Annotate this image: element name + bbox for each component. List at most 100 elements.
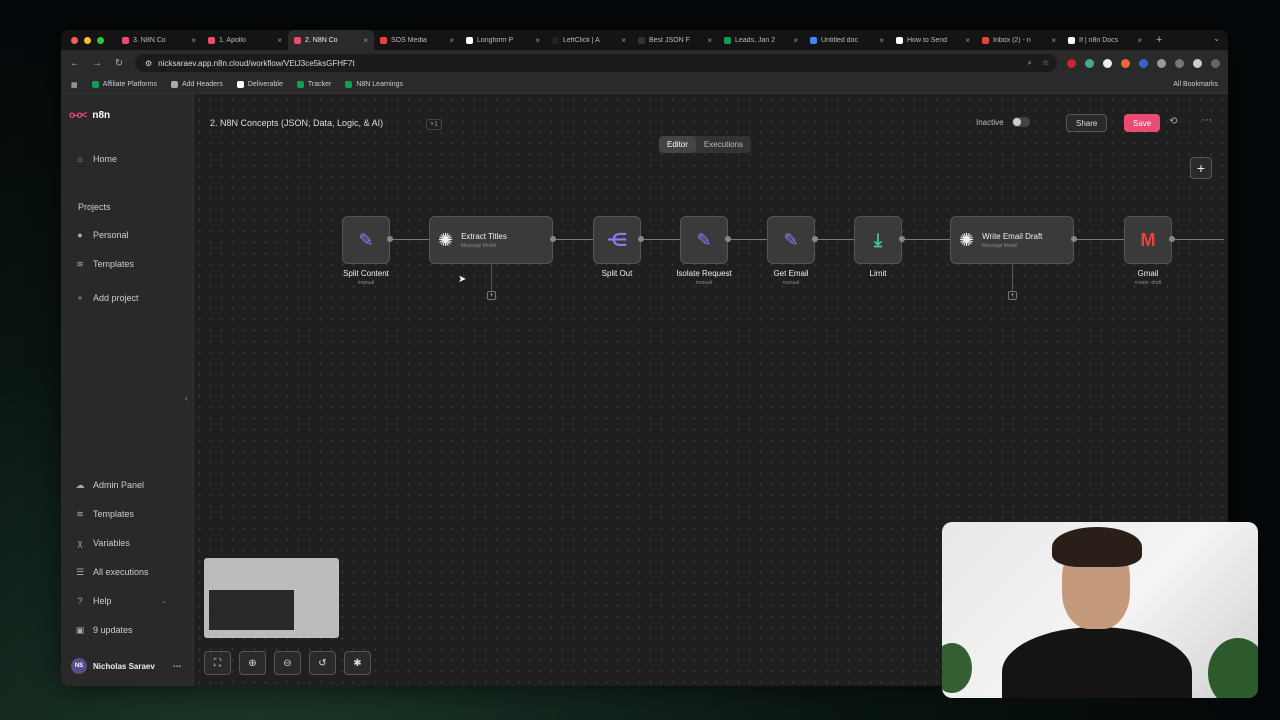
extension-icon[interactable] bbox=[1103, 58, 1112, 68]
close-icon[interactable]: × bbox=[707, 36, 712, 45]
maximize-window-button[interactable] bbox=[97, 36, 104, 44]
bookmark-item[interactable]: Deliverable bbox=[236, 81, 283, 88]
minimap-viewport[interactable] bbox=[209, 590, 294, 630]
output-handle[interactable] bbox=[812, 236, 818, 242]
close-icon[interactable]: × bbox=[621, 36, 626, 45]
workflow-node[interactable]: ✎ bbox=[680, 216, 728, 264]
sidepanel-icon[interactable] bbox=[1175, 58, 1184, 68]
workflow-node[interactable]: ⤓ bbox=[854, 216, 902, 264]
back-icon[interactable]: ← bbox=[69, 58, 81, 69]
close-icon[interactable]: × bbox=[1051, 36, 1056, 45]
sidebar-item-templates-bottom[interactable]: ≋ Templates bbox=[61, 504, 148, 524]
sidebar-item-updates[interactable]: ▣ 9 updates bbox=[61, 620, 147, 640]
browser-tab[interactable]: How to Send × bbox=[890, 30, 976, 50]
debug-icon[interactable]: ✱ bbox=[344, 651, 371, 675]
close-icon[interactable]: × bbox=[879, 36, 884, 45]
profile-avatar[interactable] bbox=[1193, 58, 1202, 68]
zoom-out-icon[interactable]: ⊖ bbox=[274, 651, 301, 675]
workflow-node[interactable]: ✺ Extract Titles Message Model bbox=[429, 216, 553, 264]
history-icon[interactable]: ⟲ bbox=[1169, 116, 1177, 127]
browser-tab[interactable]: SOS Media × bbox=[374, 30, 460, 50]
fit-view-icon[interactable]: ⛶ bbox=[204, 651, 231, 675]
brand[interactable]: o-o< n8n bbox=[61, 94, 193, 121]
save-button[interactable]: Save bbox=[1124, 114, 1161, 132]
puzzle-icon[interactable] bbox=[1157, 58, 1166, 68]
apps-icon[interactable]: ▦ bbox=[71, 81, 78, 89]
add-node-button[interactable]: + bbox=[1190, 157, 1212, 179]
browser-tab[interactable]: 1. Apollo × bbox=[202, 30, 288, 50]
output-handle[interactable] bbox=[1169, 236, 1175, 242]
browser-tab[interactable]: Best JSON F × bbox=[632, 30, 718, 50]
node-connection[interactable] bbox=[553, 239, 593, 240]
tab-search-icon[interactable]: ⌄ bbox=[1213, 34, 1220, 43]
reset-zoom-icon[interactable]: ↺ bbox=[309, 651, 336, 675]
reload-icon[interactable]: ↻ bbox=[113, 58, 125, 69]
extension-icon[interactable] bbox=[1139, 58, 1148, 68]
browser-tab[interactable]: Untitled doc × bbox=[804, 30, 890, 50]
url-field[interactable]: ⚙ nicksaraev.app.n8n.cloud/workflow/VEtJ… bbox=[135, 54, 1057, 72]
sidebar-item-add-project[interactable]: + Add project bbox=[61, 288, 153, 308]
workflow-node[interactable]: ⋲ bbox=[593, 216, 641, 264]
extension-icon[interactable] bbox=[1067, 58, 1076, 68]
node-connection[interactable] bbox=[902, 239, 950, 240]
node-connection[interactable] bbox=[1074, 239, 1124, 240]
sidebar-item-personal[interactable]: ● Personal bbox=[61, 225, 143, 245]
bookmark-item[interactable]: N8N Learnings bbox=[345, 81, 403, 88]
output-handle[interactable] bbox=[1071, 236, 1077, 242]
minimize-window-button[interactable] bbox=[84, 36, 91, 44]
output-handle[interactable] bbox=[638, 236, 644, 242]
browser-tab[interactable]: Leads, Jan 2 × bbox=[718, 30, 804, 50]
browser-tab[interactable]: 3. N8N Co × bbox=[116, 30, 202, 50]
share-button[interactable]: Share bbox=[1066, 114, 1108, 132]
bookmark-star-icon[interactable]: ☆ bbox=[1042, 58, 1049, 68]
browser-tab[interactable]: LeftClick | A × bbox=[546, 30, 632, 50]
bookmark-item[interactable]: Add Headers bbox=[170, 81, 223, 88]
menu-icon[interactable] bbox=[1211, 58, 1220, 68]
zoom-icon[interactable]: ⌕ bbox=[1027, 58, 1031, 68]
workflow-node[interactable]: ✎ bbox=[767, 216, 815, 264]
close-icon[interactable]: × bbox=[965, 36, 970, 45]
sidebar-item-admin-panel[interactable]: ☁ Admin Panel bbox=[61, 475, 158, 495]
zoom-in-icon[interactable]: ⊕ bbox=[239, 651, 266, 675]
new-tab-button[interactable]: + bbox=[1148, 34, 1170, 46]
output-handle[interactable] bbox=[387, 236, 393, 242]
tag-badge[interactable]: +1 bbox=[426, 119, 442, 130]
browser-tab[interactable]: Longform P × bbox=[460, 30, 546, 50]
browser-tab[interactable]: Inbox (2) - n × bbox=[976, 30, 1062, 50]
user-menu[interactable]: NS Nicholas Saraev ⋯ bbox=[71, 658, 181, 674]
add-tool-button[interactable]: + bbox=[1008, 291, 1017, 300]
workflow-node[interactable]: M bbox=[1124, 216, 1172, 264]
node-connection[interactable] bbox=[641, 239, 680, 240]
browser-tab[interactable]: If | n8n Docs × bbox=[1062, 30, 1148, 50]
extension-icon[interactable] bbox=[1085, 58, 1094, 68]
close-icon[interactable]: × bbox=[449, 36, 454, 45]
workflow-node[interactable]: ✎ bbox=[342, 216, 390, 264]
output-handle[interactable] bbox=[725, 236, 731, 242]
more-icon[interactable]: ⋯ bbox=[173, 662, 181, 671]
sidebar-item-all-executions[interactable]: ☰ All executions bbox=[61, 562, 163, 582]
close-icon[interactable]: × bbox=[535, 36, 540, 45]
workflow-node[interactable]: ✺ Write Email Draft Message Model bbox=[950, 216, 1074, 264]
tab-executions[interactable]: Executions bbox=[696, 136, 751, 153]
close-icon[interactable]: × bbox=[1137, 36, 1142, 45]
browser-tab[interactable]: 2. N8N Co × bbox=[288, 30, 374, 50]
bookmark-item[interactable]: Tracker bbox=[296, 81, 331, 88]
sidebar-item-variables[interactable]: χ Variables bbox=[61, 533, 144, 553]
close-icon[interactable]: × bbox=[277, 36, 282, 45]
active-toggle[interactable] bbox=[1011, 117, 1030, 127]
more-options-icon[interactable]: ⋯ bbox=[1202, 115, 1212, 126]
node-connection[interactable] bbox=[1172, 239, 1224, 240]
all-bookmarks[interactable]: All Bookmarks bbox=[1173, 81, 1228, 88]
close-icon[interactable]: × bbox=[191, 36, 196, 45]
sidebar-item-templates[interactable]: ≋ Templates bbox=[61, 254, 148, 274]
sidebar-item-home[interactable]: ⌂ Home bbox=[61, 149, 131, 169]
close-window-button[interactable] bbox=[71, 36, 78, 44]
workflow-title[interactable]: 2. N8N Concepts (JSON, Data, Logic, & AI… bbox=[210, 118, 383, 128]
tab-editor[interactable]: Editor bbox=[659, 136, 696, 153]
close-icon[interactable]: × bbox=[793, 36, 798, 45]
add-tool-button[interactable]: + bbox=[487, 291, 496, 300]
node-connection[interactable] bbox=[390, 239, 429, 240]
node-connection[interactable] bbox=[728, 239, 767, 240]
node-connection[interactable] bbox=[815, 239, 854, 240]
output-handle[interactable] bbox=[899, 236, 905, 242]
